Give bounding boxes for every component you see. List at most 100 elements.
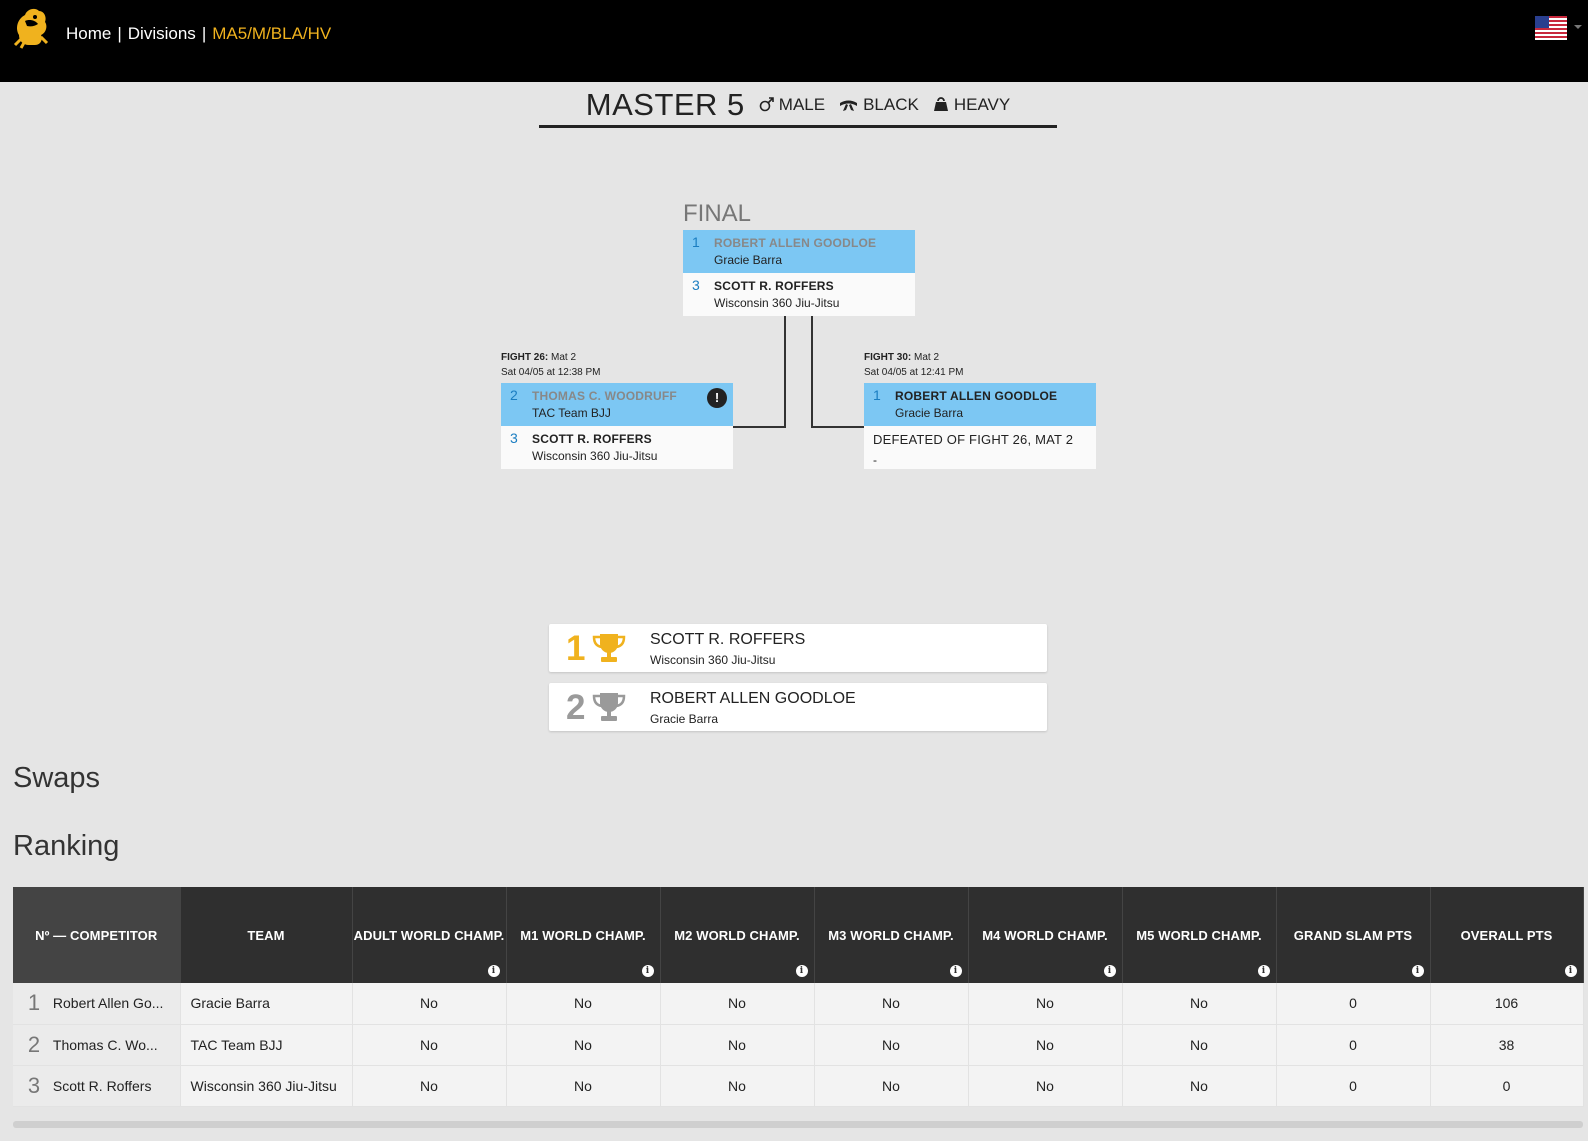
bracket-connector	[811, 316, 813, 427]
fight-26-top-competitor[interactable]: 2 THOMAS C. WOODRUFF TAC Team BJJ !	[501, 383, 733, 426]
competitor-team: Gracie Barra	[895, 406, 964, 420]
m4-world-cell: No	[968, 1024, 1123, 1066]
pending-opponent-text: DEFEATED OF FIGHT 26, MAT 2	[873, 432, 1074, 447]
seed-number: 2	[510, 387, 518, 403]
breadcrumb-home-link[interactable]: Home	[66, 24, 111, 44]
overall-cell: 38	[1430, 1024, 1584, 1066]
info-icon[interactable]: i	[949, 965, 962, 977]
table-row[interactable]: 2 Thomas C. Wo... TAC Team BJJ No No No …	[13, 1024, 1584, 1066]
competitor-name: SCOTT R. ROFFERS	[714, 279, 834, 293]
competitor-cell[interactable]: 3 Scott R. Roffers	[13, 1065, 181, 1107]
m5-world-cell: No	[1122, 1024, 1277, 1066]
us-flag-icon[interactable]	[1535, 16, 1567, 40]
competitor-name: ROBERT ALLEN GOODLOE	[895, 389, 1058, 403]
table-row[interactable]: 1 Robert Allen Go... Gracie Barra No No …	[13, 983, 1584, 1025]
table-horizontal-scrollbar[interactable]	[13, 1121, 1583, 1128]
seed-number: 3	[510, 430, 518, 446]
m4-world-cell: No	[968, 983, 1123, 1025]
breadcrumb: Home | Divisions | MA5/M/BLA/HV	[66, 24, 331, 44]
m3-world-cell: No	[814, 1024, 969, 1066]
seed-number: 1	[692, 234, 700, 250]
grand-slam-cell: 0	[1276, 1065, 1431, 1107]
fight-30-bottom-placeholder: DEFEATED OF FIGHT 26, MAT 2 -	[864, 426, 1096, 469]
bracket-connector	[784, 316, 786, 427]
podium-first-place: 1 SCOTT R. ROFFERS Wisconsin 360 Jiu-Jit…	[549, 624, 1047, 672]
column-header-m2-world[interactable]: M2 WORLD CHAMP. i	[660, 887, 815, 983]
rank-number: 1	[27, 990, 41, 1016]
division-age: MASTER 5	[585, 86, 745, 122]
fight-26-bottom-competitor[interactable]: 3 SCOTT R. ROFFERS Wisconsin 360 Jiu-Jit…	[501, 426, 733, 469]
info-icon[interactable]: i	[1103, 965, 1116, 977]
competitor-cell[interactable]: 1 Robert Allen Go...	[13, 983, 181, 1025]
overall-cell: 106	[1430, 983, 1584, 1025]
info-icon[interactable]: i	[1564, 965, 1577, 977]
column-header-m1-world[interactable]: M1 WORLD CHAMP. i	[506, 887, 661, 983]
fight-30-top-competitor[interactable]: 1 ROBERT ALLEN GOODLOE Gracie Barra	[864, 383, 1096, 426]
m5-world-cell: No	[1122, 1065, 1277, 1107]
m1-world-cell: No	[506, 983, 661, 1025]
info-icon[interactable]: i	[1257, 965, 1270, 977]
bracket-connector	[733, 426, 786, 428]
team-cell: TAC Team BJJ	[180, 1024, 353, 1066]
lion-logo-icon[interactable]	[11, 5, 51, 49]
final-top-competitor[interactable]: 1 ROBERT ALLEN GOODLOE Gracie Barra	[683, 230, 915, 273]
column-header-grand-slam[interactable]: GRAND SLAM PTS i	[1276, 887, 1431, 983]
rank-number: 2	[27, 1031, 41, 1057]
competitor-cell[interactable]: 2 Thomas C. Wo...	[13, 1024, 181, 1066]
breadcrumb-separator: |	[117, 24, 122, 43]
m1-world-cell: No	[506, 1065, 661, 1107]
podium-competitor-team: Gracie Barra	[650, 712, 719, 726]
column-header-adult-world[interactable]: ADULT WORLD CHAMP. i	[352, 887, 507, 983]
column-header-m4-world[interactable]: M4 WORLD CHAMP. i	[968, 887, 1123, 983]
m2-world-cell: No	[660, 983, 815, 1025]
male-icon	[759, 97, 774, 112]
m3-world-cell: No	[814, 983, 969, 1025]
adult-world-cell: No	[352, 1065, 507, 1107]
fight-label: FIGHT 30:	[864, 352, 912, 363]
podium-competitor-team: Wisconsin 360 Jiu-Jitsu	[650, 653, 776, 667]
team-cell: Gracie Barra	[180, 983, 353, 1025]
fight-26-match[interactable]: 2 THOMAS C. WOODRUFF TAC Team BJJ ! 3 SC…	[501, 383, 733, 469]
fight-30-info: FIGHT 30: Mat 2 Sat 04/05 at 12:41 PM	[864, 350, 964, 380]
competitor-name: SCOTT R. ROFFERS	[532, 432, 652, 446]
m4-world-cell: No	[968, 1065, 1123, 1107]
info-icon[interactable]: i	[487, 965, 500, 977]
ranking-table: Nº — COMPETITOR TEAM ADULT WORLD CHAMP. i…	[13, 887, 1584, 1107]
final-round-label: FINAL	[683, 200, 752, 227]
fight-time: Sat 04/05 at 12:38 PM	[501, 367, 601, 378]
m2-world-cell: No	[660, 1024, 815, 1066]
bracket-connector	[811, 426, 864, 428]
info-icon[interactable]: i	[795, 965, 808, 977]
final-match[interactable]: 1 ROBERT ALLEN GOODLOE Gracie Barra 3 SC…	[683, 230, 915, 316]
column-header-m3-world[interactable]: M3 WORLD CHAMP. i	[814, 887, 969, 983]
column-header-team[interactable]: TEAM	[180, 887, 353, 983]
silver-trophy-icon	[592, 693, 626, 721]
competitor-team: Wisconsin 360 Jiu-Jitsu	[714, 296, 840, 310]
division-gender: MALE	[759, 95, 825, 115]
competitor-name: Thomas C. Wo...	[52, 1036, 158, 1053]
m3-world-cell: No	[814, 1065, 969, 1107]
competitor-name: THOMAS C. WOODRUFF	[532, 389, 677, 403]
ranking-heading: Ranking	[13, 830, 120, 862]
belt-icon	[840, 100, 858, 111]
column-header-overall[interactable]: OVERALL PTS i	[1430, 887, 1584, 983]
table-row[interactable]: 3 Scott R. Roffers Wisconsin 360 Jiu-Jit…	[13, 1065, 1584, 1107]
competitor-team: Wisconsin 360 Jiu-Jitsu	[532, 449, 658, 463]
alert-icon[interactable]: !	[707, 388, 727, 408]
m1-world-cell: No	[506, 1024, 661, 1066]
breadcrumb-separator: |	[201, 24, 207, 43]
fight-26-info: FIGHT 26: Mat 2 Sat 04/05 at 12:38 PM	[501, 350, 601, 380]
grand-slam-cell: 0	[1276, 1024, 1431, 1066]
column-header-competitor[interactable]: Nº — COMPETITOR	[13, 887, 181, 983]
info-icon[interactable]: i	[641, 965, 654, 977]
breadcrumb-divisions-link[interactable]: Divisions	[128, 24, 196, 44]
fight-30-match[interactable]: 1 ROBERT ALLEN GOODLOE Gracie Barra DEFE…	[864, 383, 1096, 469]
top-navbar: Home | Divisions | MA5/M/BLA/HV	[0, 0, 1588, 82]
language-dropdown-caret-icon[interactable]	[1574, 25, 1582, 29]
column-header-m5-world[interactable]: M5 WORLD CHAMP. i	[1122, 887, 1277, 983]
grand-slam-cell: 0	[1276, 983, 1431, 1025]
final-bottom-competitor[interactable]: 3 SCOTT R. ROFFERS Wisconsin 360 Jiu-Jit…	[683, 273, 915, 316]
m2-world-cell: No	[660, 1065, 815, 1107]
info-icon[interactable]: i	[1411, 965, 1424, 977]
seed-number: 1	[873, 387, 881, 403]
